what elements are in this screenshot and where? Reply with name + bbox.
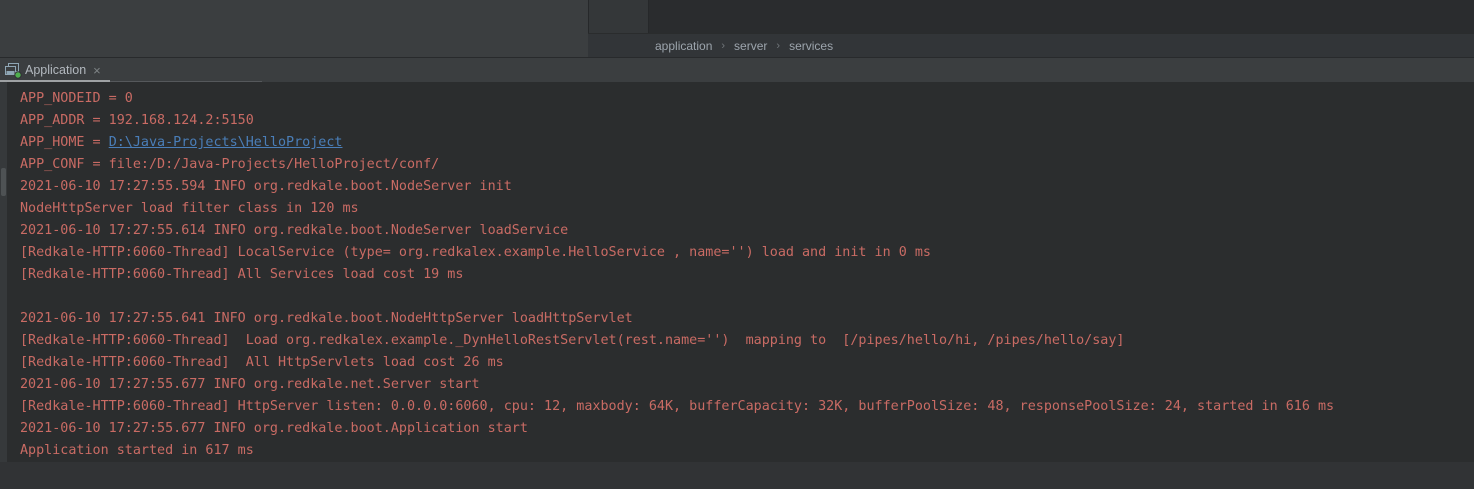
log-text: 2021-06-10 17:27:55.594 INFO org.redkale… <box>20 179 512 194</box>
log-text: APP_HOME = <box>20 135 109 150</box>
log-text: APP_NODEID = 0 <box>20 91 133 106</box>
log-text: 2021-06-10 17:27:55.677 INFO org.redkale… <box>20 421 528 436</box>
console-line: APP_ADDR = 192.168.124.2:5150 <box>20 110 1474 132</box>
breadcrumb-item-application[interactable]: application <box>655 39 712 53</box>
log-text: [Redkale-HTTP:6060-Thread] LocalService … <box>20 245 931 260</box>
breadcrumb: application › server › services <box>588 33 1474 57</box>
console-line: [Redkale-HTTP:6060-Thread] All Services … <box>20 264 1474 286</box>
console-line: [Redkale-HTTP:6060-Thread] Load org.redk… <box>20 330 1474 352</box>
tab-application[interactable]: Application × <box>0 58 107 82</box>
bottom-toolbar-band <box>0 462 1474 489</box>
log-text: APP_CONF = file:/D:/Java-Projects/HelloP… <box>20 157 439 172</box>
run-console-icon <box>5 63 20 77</box>
log-text: 2021-06-10 17:27:55.614 INFO org.redkale… <box>20 223 568 238</box>
console-line: APP_NODEID = 0 <box>20 88 1474 110</box>
tab-application-label: Application <box>25 63 86 77</box>
log-text: 2021-06-10 17:27:55.641 INFO org.redkale… <box>20 311 633 326</box>
console-line: [Redkale-HTTP:6060-Thread] HttpServer li… <box>20 396 1474 418</box>
log-text: [Redkale-HTTP:6060-Thread] All Services … <box>20 267 463 282</box>
editor-area <box>649 0 1474 33</box>
log-text: APP_ADDR = 192.168.124.2:5150 <box>20 113 254 128</box>
breadcrumb-item-server[interactable]: server <box>734 39 767 53</box>
tab-close-icon[interactable]: × <box>93 64 101 77</box>
editor-split-panel <box>589 0 649 33</box>
log-text: 2021-06-10 17:27:55.677 INFO org.redkale… <box>20 377 480 392</box>
breadcrumb-item-services[interactable]: services <box>789 39 833 53</box>
log-text: [Redkale-HTTP:6060-Thread] HttpServer li… <box>20 399 1334 414</box>
log-text: NodeHttpServer load filter class in 120 … <box>20 201 359 216</box>
console-line <box>20 286 1474 308</box>
running-indicator-icon <box>14 71 22 79</box>
console-line: 2021-06-10 17:27:55.594 INFO org.redkale… <box>20 176 1474 198</box>
console-line: NodeHttpServer load filter class in 120 … <box>20 198 1474 220</box>
editor-panel <box>0 0 589 57</box>
console-line: 2021-06-10 17:27:55.641 INFO org.redkale… <box>20 308 1474 330</box>
console-line: APP_CONF = file:/D:/Java-Projects/HelloP… <box>20 154 1474 176</box>
breadcrumb-items: application › server › services <box>655 39 833 53</box>
run-toolwindow-tab-bar: Application × <box>0 57 1474 82</box>
console-log: APP_NODEID = 0 APP_ADDR = 192.168.124.2:5… <box>0 88 1474 462</box>
console-line: 2021-06-10 17:27:55.677 INFO org.redkale… <box>20 374 1474 396</box>
log-text: Application started in 617 ms <box>20 443 254 458</box>
log-text: [Redkale-HTTP:6060-Thread] Load org.redk… <box>20 333 1124 348</box>
console-line: 2021-06-10 17:27:55.614 INFO org.redkale… <box>20 220 1474 242</box>
breadcrumb-separator-icon: › <box>721 40 725 52</box>
log-text: [Redkale-HTTP:6060-Thread] All HttpServl… <box>20 355 504 370</box>
console-line: 2021-06-10 17:27:55.677 INFO org.redkale… <box>20 418 1474 440</box>
breadcrumb-separator-icon: › <box>776 40 780 52</box>
console-line: Application started in 617 ms <box>20 440 1474 462</box>
file-path-link[interactable]: D:\Java-Projects\HelloProject <box>109 135 343 150</box>
console-line: [Redkale-HTTP:6060-Thread] LocalService … <box>20 242 1474 264</box>
console-line: APP_HOME = D:\Java-Projects\HelloProject <box>20 132 1474 154</box>
console-line: [Redkale-HTTP:6060-Thread] All HttpServl… <box>20 352 1474 374</box>
